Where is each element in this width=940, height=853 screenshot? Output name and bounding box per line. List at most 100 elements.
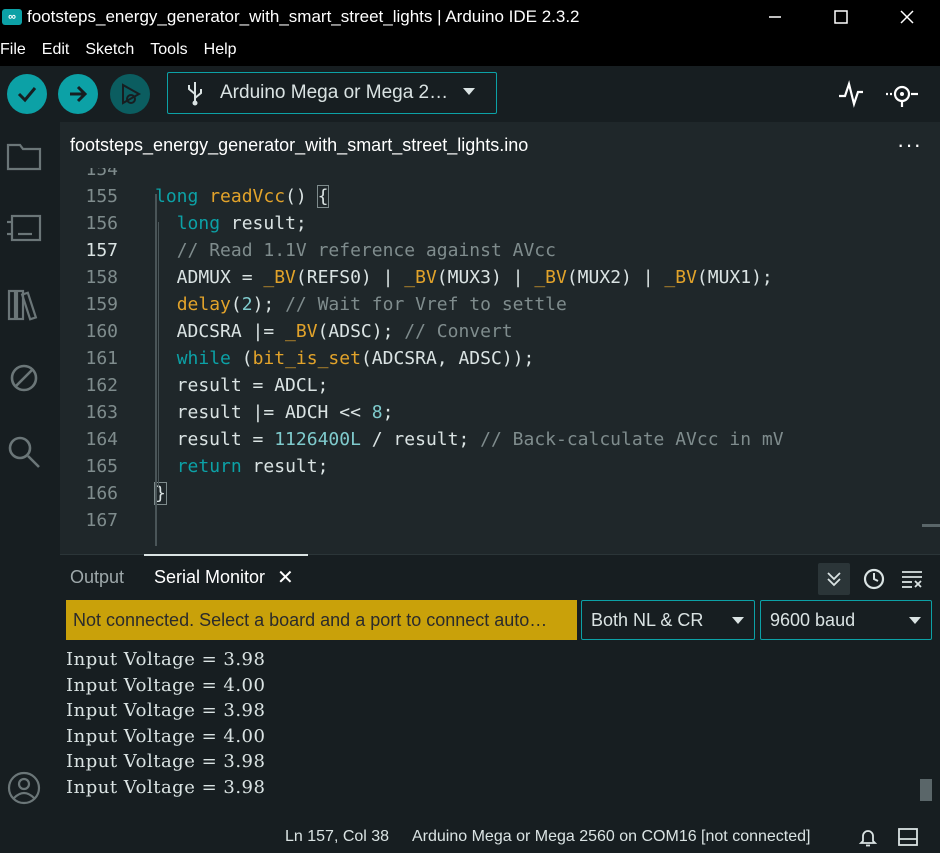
code-text: result = ADCL; — [155, 375, 329, 396]
baud-rate-select[interactable]: 9600 baud — [760, 600, 932, 640]
code-text: ADMUX = _BV(REFS0) | _BV(MUX3) | _BV(MUX… — [155, 267, 773, 288]
editor-area: footsteps_energy_generator_with_smart_st… — [60, 122, 940, 554]
window-title: footsteps_energy_generator_with_smart_st… — [27, 7, 580, 26]
search-button[interactable] — [4, 432, 44, 472]
message-input-notice[interactable]: Not connected. Select a board and a port… — [66, 600, 577, 640]
debug-button[interactable] — [110, 74, 150, 114]
code-editor[interactable]: 154 155 long readVcc() {156 long result; 15… — [60, 168, 940, 554]
close-tab-icon[interactable]: ✕ — [277, 565, 294, 590]
tab-serial-monitor[interactable]: Serial Monitor ✕ — [154, 555, 294, 599]
code-line[interactable]: 162 result = ADCL; — [60, 372, 940, 399]
code-line[interactable]: 160 ADCSRA |= _BV(ADSC); // Convert — [60, 318, 940, 345]
sketchbook-button[interactable] — [4, 136, 44, 176]
serial-output-line: Input Voltage = 3.98 — [66, 751, 266, 773]
usb-icon — [180, 80, 210, 106]
serial-output-line: Input Voltage = 3.98 — [66, 776, 266, 798]
line-ending-value: Both NL & CR — [591, 610, 704, 630]
upload-button[interactable] — [58, 74, 98, 114]
tab-output[interactable]: Output — [70, 555, 124, 599]
board-selector[interactable]: Arduino Mega or Mega 2… — [167, 72, 497, 114]
chevron-down-icon — [732, 617, 744, 624]
bell-icon — [858, 830, 878, 847]
editor-scrollbar[interactable] — [922, 524, 940, 527]
code-text: ADCSRA |= _BV(ADSC); // Convert — [155, 321, 513, 342]
code-line[interactable]: 156 long result; — [60, 210, 940, 237]
bottom-panel: Output Serial Monitor ✕ Not connected. S… — [60, 554, 940, 822]
clear-output-icon — [902, 571, 922, 588]
boards-manager-button[interactable] — [4, 208, 44, 248]
account-button[interactable] — [4, 768, 44, 808]
code-text: result = 1126400L / result; // Back-calc… — [155, 429, 784, 450]
maximize-icon — [834, 10, 848, 24]
tab-output-label: Output — [70, 566, 125, 587]
code-line[interactable]: 165 return result; — [60, 453, 940, 480]
cursor-position[interactable]: Ln 157, Col 38 — [285, 828, 389, 846]
check-icon — [17, 87, 37, 103]
line-ending-select[interactable]: Both NL & CR — [581, 600, 755, 640]
serial-monitor-icon — [886, 85, 918, 107]
serial-monitor-button[interactable] — [884, 76, 920, 112]
serial-output-line: Input Voltage = 4.00 — [66, 725, 266, 747]
code-line[interactable]: 167 — [60, 507, 940, 534]
line-number: 159 — [85, 294, 118, 315]
panel-toggle-icon — [898, 828, 918, 846]
panel-tabs: Output Serial Monitor ✕ — [60, 554, 940, 599]
code-line[interactable]: 154 — [60, 168, 940, 183]
indent-guide — [158, 222, 159, 488]
code-line[interactable]: 164 result = 1126400L / result; // Back-… — [60, 426, 940, 453]
sidebar — [0, 122, 50, 822]
code-text: long readVcc() { — [155, 185, 330, 208]
serial-plotter-button[interactable] — [833, 76, 869, 112]
board-label: Arduino Mega or Mega 2… — [220, 82, 449, 103]
menu-tools[interactable]: Tools — [142, 34, 195, 66]
baud-rate-value: 9600 baud — [770, 610, 856, 630]
code-line[interactable]: 158 ADMUX = _BV(REFS0) | _BV(MUX3) | _BV… — [60, 264, 940, 291]
minimize-button[interactable] — [742, 0, 808, 34]
code-text: // Read 1.1V reference against AVcc — [176, 240, 556, 261]
serial-output-line: Input Voltage = 3.98 — [66, 700, 266, 722]
line-number: 162 — [85, 375, 118, 396]
menu-help[interactable]: Help — [196, 34, 245, 66]
line-number: 161 — [85, 348, 118, 369]
search-icon — [8, 436, 40, 468]
minimize-icon — [769, 16, 781, 18]
code-line[interactable]: 159 delay(2); // Wait for Vref to settle — [60, 291, 940, 318]
maximize-button[interactable] — [808, 0, 874, 34]
line-number: 165 — [85, 456, 118, 477]
line-number: 166 — [85, 483, 118, 504]
board-port-status[interactable]: Arduino Mega or Mega 2560 on COM16 [not … — [412, 828, 810, 846]
menu-edit[interactable]: Edit — [34, 34, 78, 66]
debug-panel-button[interactable] — [4, 358, 44, 398]
line-number: 163 — [85, 402, 118, 423]
code-line[interactable]: 157 // Read 1.1V reference against AVcc — [60, 237, 940, 264]
clear-output-button[interactable] — [896, 563, 928, 595]
serial-output: Input Voltage = 3.98 Input Voltage = 4.00… — [66, 647, 906, 801]
file-tab[interactable]: footsteps_energy_generator_with_smart_st… — [60, 122, 539, 168]
debug-icon — [122, 83, 142, 105]
serial-plotter-icon — [839, 80, 863, 108]
menu-file[interactable]: File — [0, 34, 34, 66]
timestamp-button[interactable] — [858, 563, 890, 595]
line-number: 157 — [85, 240, 118, 261]
autoscroll-button[interactable] — [818, 563, 850, 595]
library-icon — [7, 289, 38, 321]
debug-off-icon — [10, 364, 38, 392]
code-text: return result; — [176, 456, 329, 477]
code-line[interactable]: 166} — [60, 480, 940, 507]
close-window-button[interactable] — [874, 0, 940, 34]
code-line[interactable]: 161 while (bit_is_set(ADCSRA, ADSC)); — [60, 345, 940, 372]
notifications-button[interactable] — [857, 826, 879, 848]
menu-sketch[interactable]: Sketch — [77, 34, 142, 66]
library-manager-button[interactable] — [4, 284, 44, 324]
serial-scrollbar[interactable] — [920, 779, 932, 801]
indent-guide — [155, 194, 157, 546]
chevron-down-icon — [463, 88, 475, 95]
code-line[interactable]: 163 result |= ADCH << 8; — [60, 399, 940, 426]
more-actions-button[interactable]: ··· — [897, 132, 922, 158]
code-text: long result; — [176, 213, 307, 234]
account-icon — [7, 771, 41, 805]
code-line[interactable]: 155 long readVcc() { — [60, 183, 940, 210]
toggle-panel-button[interactable] — [897, 826, 919, 848]
menu-bar: File Edit Sketch Tools Help — [0, 34, 940, 66]
verify-button[interactable] — [7, 74, 47, 114]
